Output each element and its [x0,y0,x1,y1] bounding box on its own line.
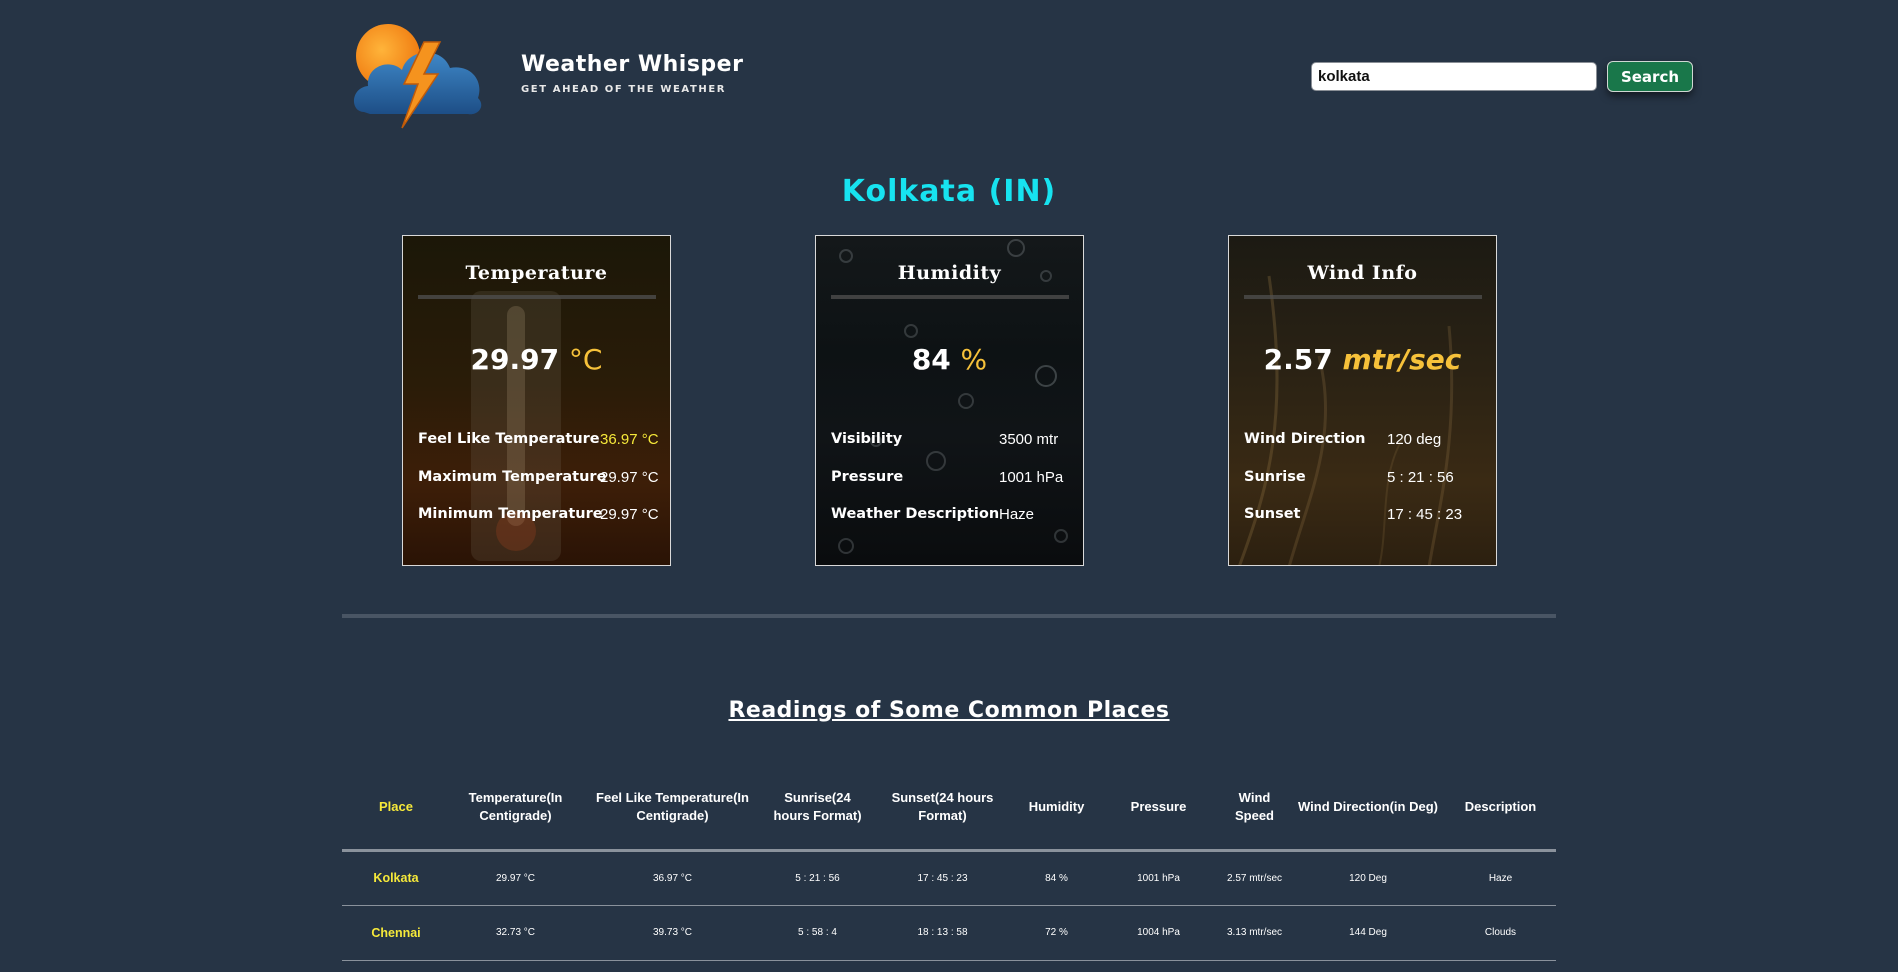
table-cell: 29.97 °C [450,850,581,906]
table-cell: 36.97 °C [581,850,764,906]
table-cell: 3.13 mtr/sec [1218,905,1291,961]
search-button[interactable]: Search [1607,61,1693,92]
card-divider [418,295,656,299]
table-cell: 5 : 58 : 4 [764,905,871,961]
column-header: Feel Like Temperature(In Centigrade) [581,766,764,852]
column-header: Wind Direction(in Deg) [1291,766,1445,852]
detail-label: Minimum Temperature [418,506,603,522]
main-value: 84 [911,343,951,376]
table-cell: 5 : 21 : 56 [764,850,871,906]
brand-tagline: GET AHEAD OF THE WEATHER [521,84,727,95]
table-cell: 1001 hPa [1099,850,1218,906]
detail-value: 5 : 21 : 56 [1387,469,1454,486]
section-divider [342,614,1556,618]
table-cell: Clouds [1445,905,1556,961]
table-cell: 18 : 13 : 58 [871,905,1014,961]
detail-label: Feel Like Temperature [418,431,600,447]
detail-value: 29.97 °C [600,469,659,486]
card-divider [1244,295,1482,299]
detail-label: Maximum Temperature [418,469,607,485]
detail-row: Weather Description Haze [831,506,1071,528]
table-cell: 72 % [1014,905,1099,961]
column-header: Pressure [1099,766,1218,852]
column-header: Sunset(24 hours Format) [871,766,1014,852]
main-unit: °C [568,343,603,376]
detail-value: 1001 hPa [999,469,1064,486]
table-row: Kolkata 29.97 °C 36.97 °C 5 : 21 : 56 17… [342,850,1556,906]
detail-row: Visibility 3500 mtr [831,431,1071,453]
column-header: Sunrise(24 hours Format) [764,766,871,852]
city-title: Kolkata (IN) [841,174,1057,209]
temperature-main-value: 29.97 °C [403,343,670,376]
wind-main-value: 2.57 mtr/sec [1229,343,1496,376]
table-header-row: Place Temperature(In Centigrade) Feel Li… [342,766,1556,852]
card-heading: Humidity [897,262,1002,284]
detail-value: 3500 mtr [999,431,1059,448]
search-input[interactable] [1311,62,1597,91]
table-row: Chennai 32.73 °C 39.73 °C 5 : 58 : 4 18 … [342,905,1556,961]
readings-table: Place Temperature(In Centigrade) Feel Li… [342,766,1556,961]
humidity-main-value: 84 % [816,343,1083,376]
card-heading: Temperature [465,262,608,284]
table-cell: Haze [1445,850,1556,906]
table-cell: 32.73 °C [450,905,581,961]
main-value: 29.97 [470,343,560,376]
detail-label: Visibility [831,431,903,447]
main-value: 2.57 [1263,343,1333,376]
table-cell: 120 Deg [1291,850,1445,906]
detail-label: Sunset [1244,506,1301,522]
table-cell: 144 Deg [1291,905,1445,961]
detail-label: Weather Description [831,506,1000,522]
card-heading: Wind Info [1307,262,1418,284]
table-cell: 17 : 45 : 23 [871,850,1014,906]
detail-row: Minimum Temperature 29.97 °C [418,506,659,528]
detail-value: 29.97 °C [600,506,659,523]
detail-row: Pressure 1001 hPa [831,469,1071,491]
detail-label: Pressure [831,469,904,485]
detail-label: Sunrise [1244,469,1306,485]
temperature-card: Temperature 29.97 °C Feel Like Temperatu… [402,235,671,566]
detail-value: 120 deg [1387,431,1442,448]
wind-card: Wind Info 2.57 mtr/sec Wind Direction 12… [1228,235,1497,566]
column-header: Wind Speed [1218,766,1291,852]
card-divider [831,295,1069,299]
detail-row: Wind Direction 120 deg [1244,431,1484,453]
detail-row: Feel Like Temperature 36.97 °C [418,431,659,453]
place-cell: Chennai [342,905,450,961]
table-cell: 2.57 mtr/sec [1218,850,1291,906]
column-header: Humidity [1014,766,1099,852]
column-header: Description [1445,766,1556,852]
table-cell: 1004 hPa [1099,905,1218,961]
detail-label: Wind Direction [1244,431,1366,447]
main-unit: mtr/sec [1342,343,1462,376]
humidity-card: Humidity 84 % Visibility 3500 mtr Pressu… [815,235,1084,566]
detail-value: 17 : 45 : 23 [1387,506,1463,523]
place-cell: Kolkata [342,850,450,906]
detail-row: Maximum Temperature 29.97 °C [418,469,659,491]
detail-value: Haze [999,506,1035,523]
column-header: Place [342,766,450,852]
detail-value: 36.97 °C [600,431,659,448]
detail-row: Sunrise 5 : 21 : 56 [1244,469,1484,491]
readings-title: Readings of Some Common Places [728,698,1170,723]
table-cell: 39.73 °C [581,905,764,961]
main-unit: % [960,343,988,376]
column-header: Temperature(In Centigrade) [450,766,581,852]
storm-cloud-logo-icon [350,20,486,132]
brand-title: Weather Whisper [521,52,744,77]
table-cell: 84 % [1014,850,1099,906]
detail-row: Sunset 17 : 45 : 23 [1244,506,1484,528]
